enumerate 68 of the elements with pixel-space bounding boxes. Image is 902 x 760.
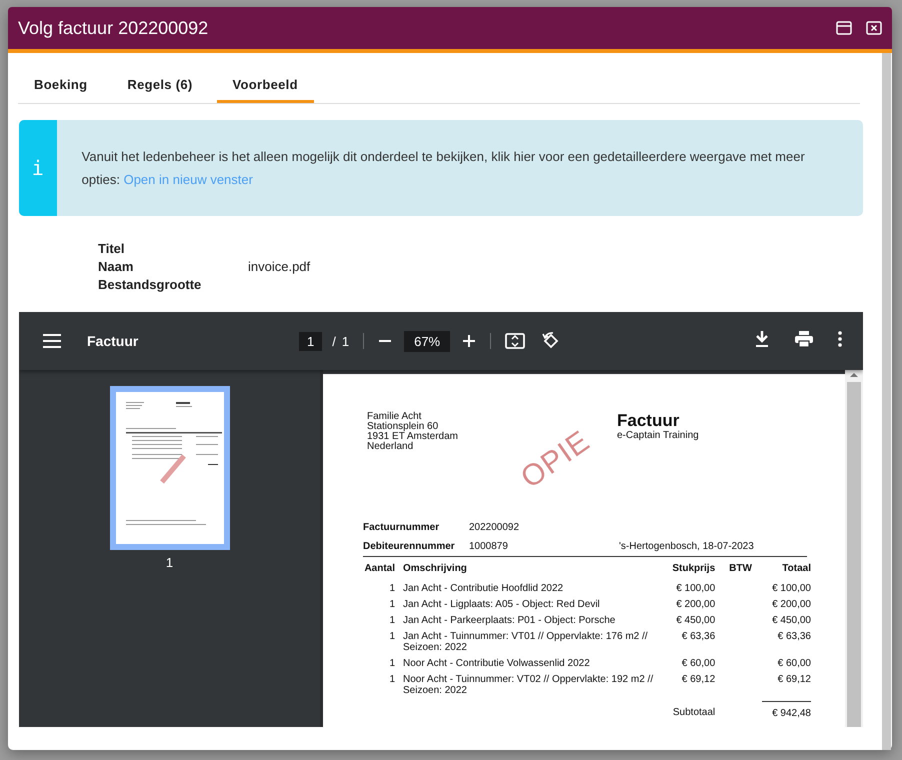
tab[interactable]: Voorbeeld: [216, 71, 314, 103]
table-cell-text: € 63,36: [680, 631, 716, 644]
place-date: 's-Hertogenbosch, 18-07-2023: [619, 541, 755, 552]
table-cell-text: € 63,36: [776, 631, 811, 644]
table-cell-text: € 60,00: [680, 658, 716, 671]
property-value: invoice.pdf: [248, 258, 312, 276]
table-cell-text: 1: [388, 674, 396, 687]
plus-icon[interactable]: [462, 334, 476, 348]
table-cell-text: Jan Acht - Tuinnummer: VT01 // Oppervlakte: 176 m2 // Seizoen: 2022: [403, 631, 649, 655]
column-header: Omschrijving: [403, 563, 468, 576]
meta-value: 202200092: [469, 522, 520, 533]
page-separator: /: [332, 334, 336, 348]
page-thumbnail[interactable]: [110, 386, 230, 550]
table-cell-text: € 100,00: [771, 583, 811, 596]
address-line: 1931 ET Amsterdam: [367, 432, 459, 442]
table-cell-text: € 200,00: [771, 599, 811, 612]
column-header: Stukprijs: [671, 563, 716, 576]
tab[interactable]: Regels (6): [111, 71, 209, 103]
table-cell-text: € 450,00: [771, 615, 811, 628]
table-cell-text: € 450,00: [675, 615, 716, 628]
column-header: Totaal: [781, 563, 811, 576]
window-title: Volg factuur 202200092: [18, 18, 210, 38]
property-label: Bestandsgrootte: [98, 276, 202, 294]
table-cell-text: Noor Acht - Tuinnummer: VT02 // Oppervlakte: 192 m2 // Seizoen: 2022: [403, 674, 654, 698]
address-line: Familie Acht: [367, 412, 422, 422]
table-cell: 1: [363, 615, 403, 631]
page-number-field[interactable]: 1: [299, 332, 322, 350]
table-cell-text: € 60,00: [776, 658, 811, 671]
table-cell: 1: [363, 599, 403, 615]
table-cell-text: Jan Acht - Ligplaats: A05 - Object: Red Devil: [403, 599, 601, 612]
meta-label: Debiteurennummer: [363, 541, 456, 552]
table-cell-text: € 100,00: [675, 583, 716, 596]
fit-page-icon[interactable]: [505, 333, 526, 349]
address-line: Stationsplein 60: [367, 422, 438, 432]
download-icon[interactable]: [755, 330, 770, 346]
column-header: Aantal: [363, 563, 403, 583]
thumbnail-label: 1: [166, 555, 174, 570]
table-cell: 1: [363, 583, 403, 599]
info-message: Vanuit het ledenbeheer is het alleen mogelijk dit onderdeel te bekijken, klik hier voor een gedetailleerdere weergave met meer opties: Open in nieuw venster: [80, 148, 806, 189]
table-cell: 1: [363, 631, 403, 658]
maximize-icon[interactable]: [836, 21, 852, 35]
info-icon: i: [19, 120, 57, 216]
document-title: Factuur: [87, 333, 140, 349]
table-cell: € 69,12: [762, 674, 811, 701]
tab[interactable]: Boeking: [18, 71, 104, 103]
property-label: Naam: [98, 258, 134, 276]
meta-value: 1000879: [469, 541, 509, 552]
property-label: Titel: [98, 240, 126, 258]
invoice-heading: Factuur: [617, 412, 680, 430]
scroll-bar[interactable]: [882, 53, 891, 750]
scroll-bar[interactable]: [845, 370, 863, 727]
page-count: 1: [342, 334, 350, 348]
table-cell-text: € 200,00: [675, 599, 716, 612]
company-name: e-Captain Training: [617, 430, 699, 441]
column-header: BTW: [715, 563, 762, 583]
table-cell-text: Jan Acht - Contributie Hoofdlid 2022: [403, 583, 564, 596]
table-cell-text: Jan Acht - Parkeerplaats: P01 - Object: Porsche: [403, 615, 616, 628]
close-icon[interactable]: [866, 21, 882, 35]
more-icon[interactable]: [838, 330, 842, 346]
subtotal-value: € 942,48: [762, 701, 811, 724]
subtotal-label: Subtotaal: [672, 706, 716, 720]
table-cell-text: Noor Acht - Contributie Volwassenlid 2022: [403, 658, 591, 671]
zoom-field[interactable]: 67%: [404, 330, 450, 352]
table-cell-text: € 69,12: [680, 674, 716, 687]
print-icon[interactable]: [794, 330, 813, 346]
meta-label: Factuurnummer: [363, 522, 440, 533]
table-cell-text: 1: [388, 658, 396, 671]
menu-icon[interactable]: [43, 334, 61, 348]
